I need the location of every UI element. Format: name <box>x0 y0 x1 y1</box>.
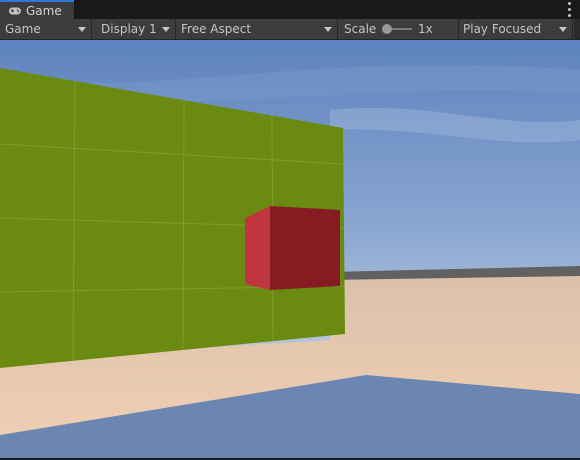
toolbar-overflow[interactable] <box>574 19 580 39</box>
view-mode-label: Game <box>5 22 41 36</box>
display-dropdown[interactable]: Display 1 <box>96 19 176 39</box>
red-cube-front-face <box>270 206 340 290</box>
red-cube-left-face <box>245 206 270 290</box>
game-viewport[interactable] <box>0 40 580 458</box>
game-view-toolbar: Game Display 1 Free Aspect Scale 1x Play… <box>0 19 580 40</box>
chevron-down-icon <box>324 27 332 32</box>
scene-render <box>0 40 580 458</box>
display-label: Display 1 <box>101 22 157 36</box>
tab-bar: Game <box>0 0 580 19</box>
scale-slider-handle[interactable] <box>382 24 392 34</box>
play-mode-label: Play Focused <box>463 22 542 36</box>
chevron-down-icon <box>559 27 567 32</box>
tab-game[interactable]: Game <box>0 0 74 19</box>
more-options-icon[interactable] <box>566 2 572 17</box>
chevron-down-icon <box>78 27 86 32</box>
tab-game-label: Game <box>26 3 62 18</box>
chevron-down-icon <box>162 27 170 32</box>
scale-value: 1x <box>418 22 433 36</box>
scale-label: Scale <box>344 22 377 36</box>
play-mode-dropdown[interactable]: Play Focused <box>459 19 573 39</box>
gamepad-icon <box>8 6 22 16</box>
aspect-label: Free Aspect <box>181 22 252 36</box>
aspect-dropdown[interactable]: Free Aspect <box>176 19 338 39</box>
view-mode-dropdown[interactable]: Game <box>0 19 92 39</box>
